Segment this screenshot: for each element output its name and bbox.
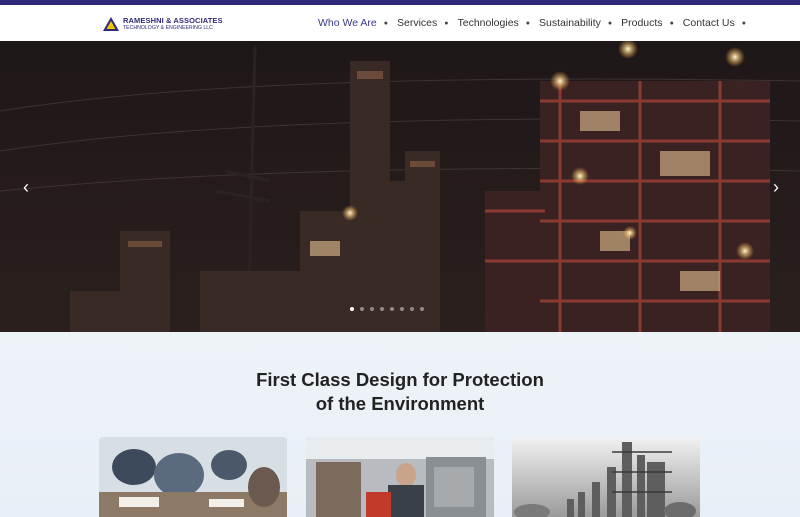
workshop-image — [306, 437, 494, 517]
main-nav: Who We Are ● Services ● Technologies ● Sust… — [318, 5, 755, 41]
dropdown-caret-icon: ● — [525, 19, 531, 27]
carousel-dot[interactable] — [350, 307, 354, 311]
nav-item-services[interactable]: Services ● — [397, 17, 449, 29]
team-meeting-card[interactable] — [99, 437, 287, 517]
hero-carousel: ‹ › — [0, 41, 800, 332]
nav-item-contact-us[interactable]: Contact Us ● — [683, 17, 746, 29]
dropdown-caret-icon: ● — [741, 19, 746, 27]
nav-item-who-we-are[interactable]: Who We Are ● — [318, 17, 388, 29]
carousel-indicators — [350, 307, 430, 311]
workshop-card[interactable] — [306, 437, 494, 517]
refinery-night-image — [0, 41, 800, 332]
carousel-dot[interactable] — [410, 307, 414, 311]
carousel-dot[interactable] — [400, 307, 404, 311]
dropdown-caret-icon: ● — [607, 19, 613, 27]
carousel-prev-button[interactable]: ‹ — [16, 177, 36, 197]
dropdown-caret-icon: ● — [669, 19, 674, 27]
carousel-dot[interactable] — [390, 307, 394, 311]
logo-text-line2: TECHNOLOGY & ENGINEERING LLC — [123, 24, 213, 31]
dropdown-caret-icon: ● — [444, 19, 449, 27]
logo-text-line1: RAMESHNI & ASSOCIATES — [123, 16, 223, 26]
refinery-card[interactable] — [512, 437, 700, 517]
nav-item-products[interactable]: Products ● — [621, 17, 674, 29]
carousel-dot[interactable] — [380, 307, 384, 311]
chevron-left-icon: ‹ — [23, 177, 29, 197]
team-meeting-image — [99, 437, 287, 517]
carousel-next-button[interactable]: › — [766, 177, 786, 197]
nav-item-technologies[interactable]: Technologies ● — [457, 17, 530, 29]
refinery-image — [512, 437, 700, 517]
nav-item-sustainability[interactable]: Sustainability ● — [539, 17, 612, 29]
intro-section: First Class Design for Protection of the… — [0, 332, 800, 517]
carousel-dot[interactable] — [360, 307, 364, 311]
carousel-dot[interactable] — [420, 307, 424, 311]
logo-mark-icon — [102, 16, 120, 32]
chevron-right-icon: › — [773, 177, 779, 197]
dropdown-caret-icon: ● — [383, 19, 388, 27]
section-headline: First Class Design for Protection of the… — [256, 369, 544, 414]
company-logo[interactable]: RAMESHNI & ASSOCIATES TECHNOLOGY & ENGIN… — [102, 14, 223, 34]
site-header: RAMESHNI & ASSOCIATES TECHNOLOGY & ENGIN… — [0, 5, 800, 41]
carousel-dot[interactable] — [370, 307, 374, 311]
